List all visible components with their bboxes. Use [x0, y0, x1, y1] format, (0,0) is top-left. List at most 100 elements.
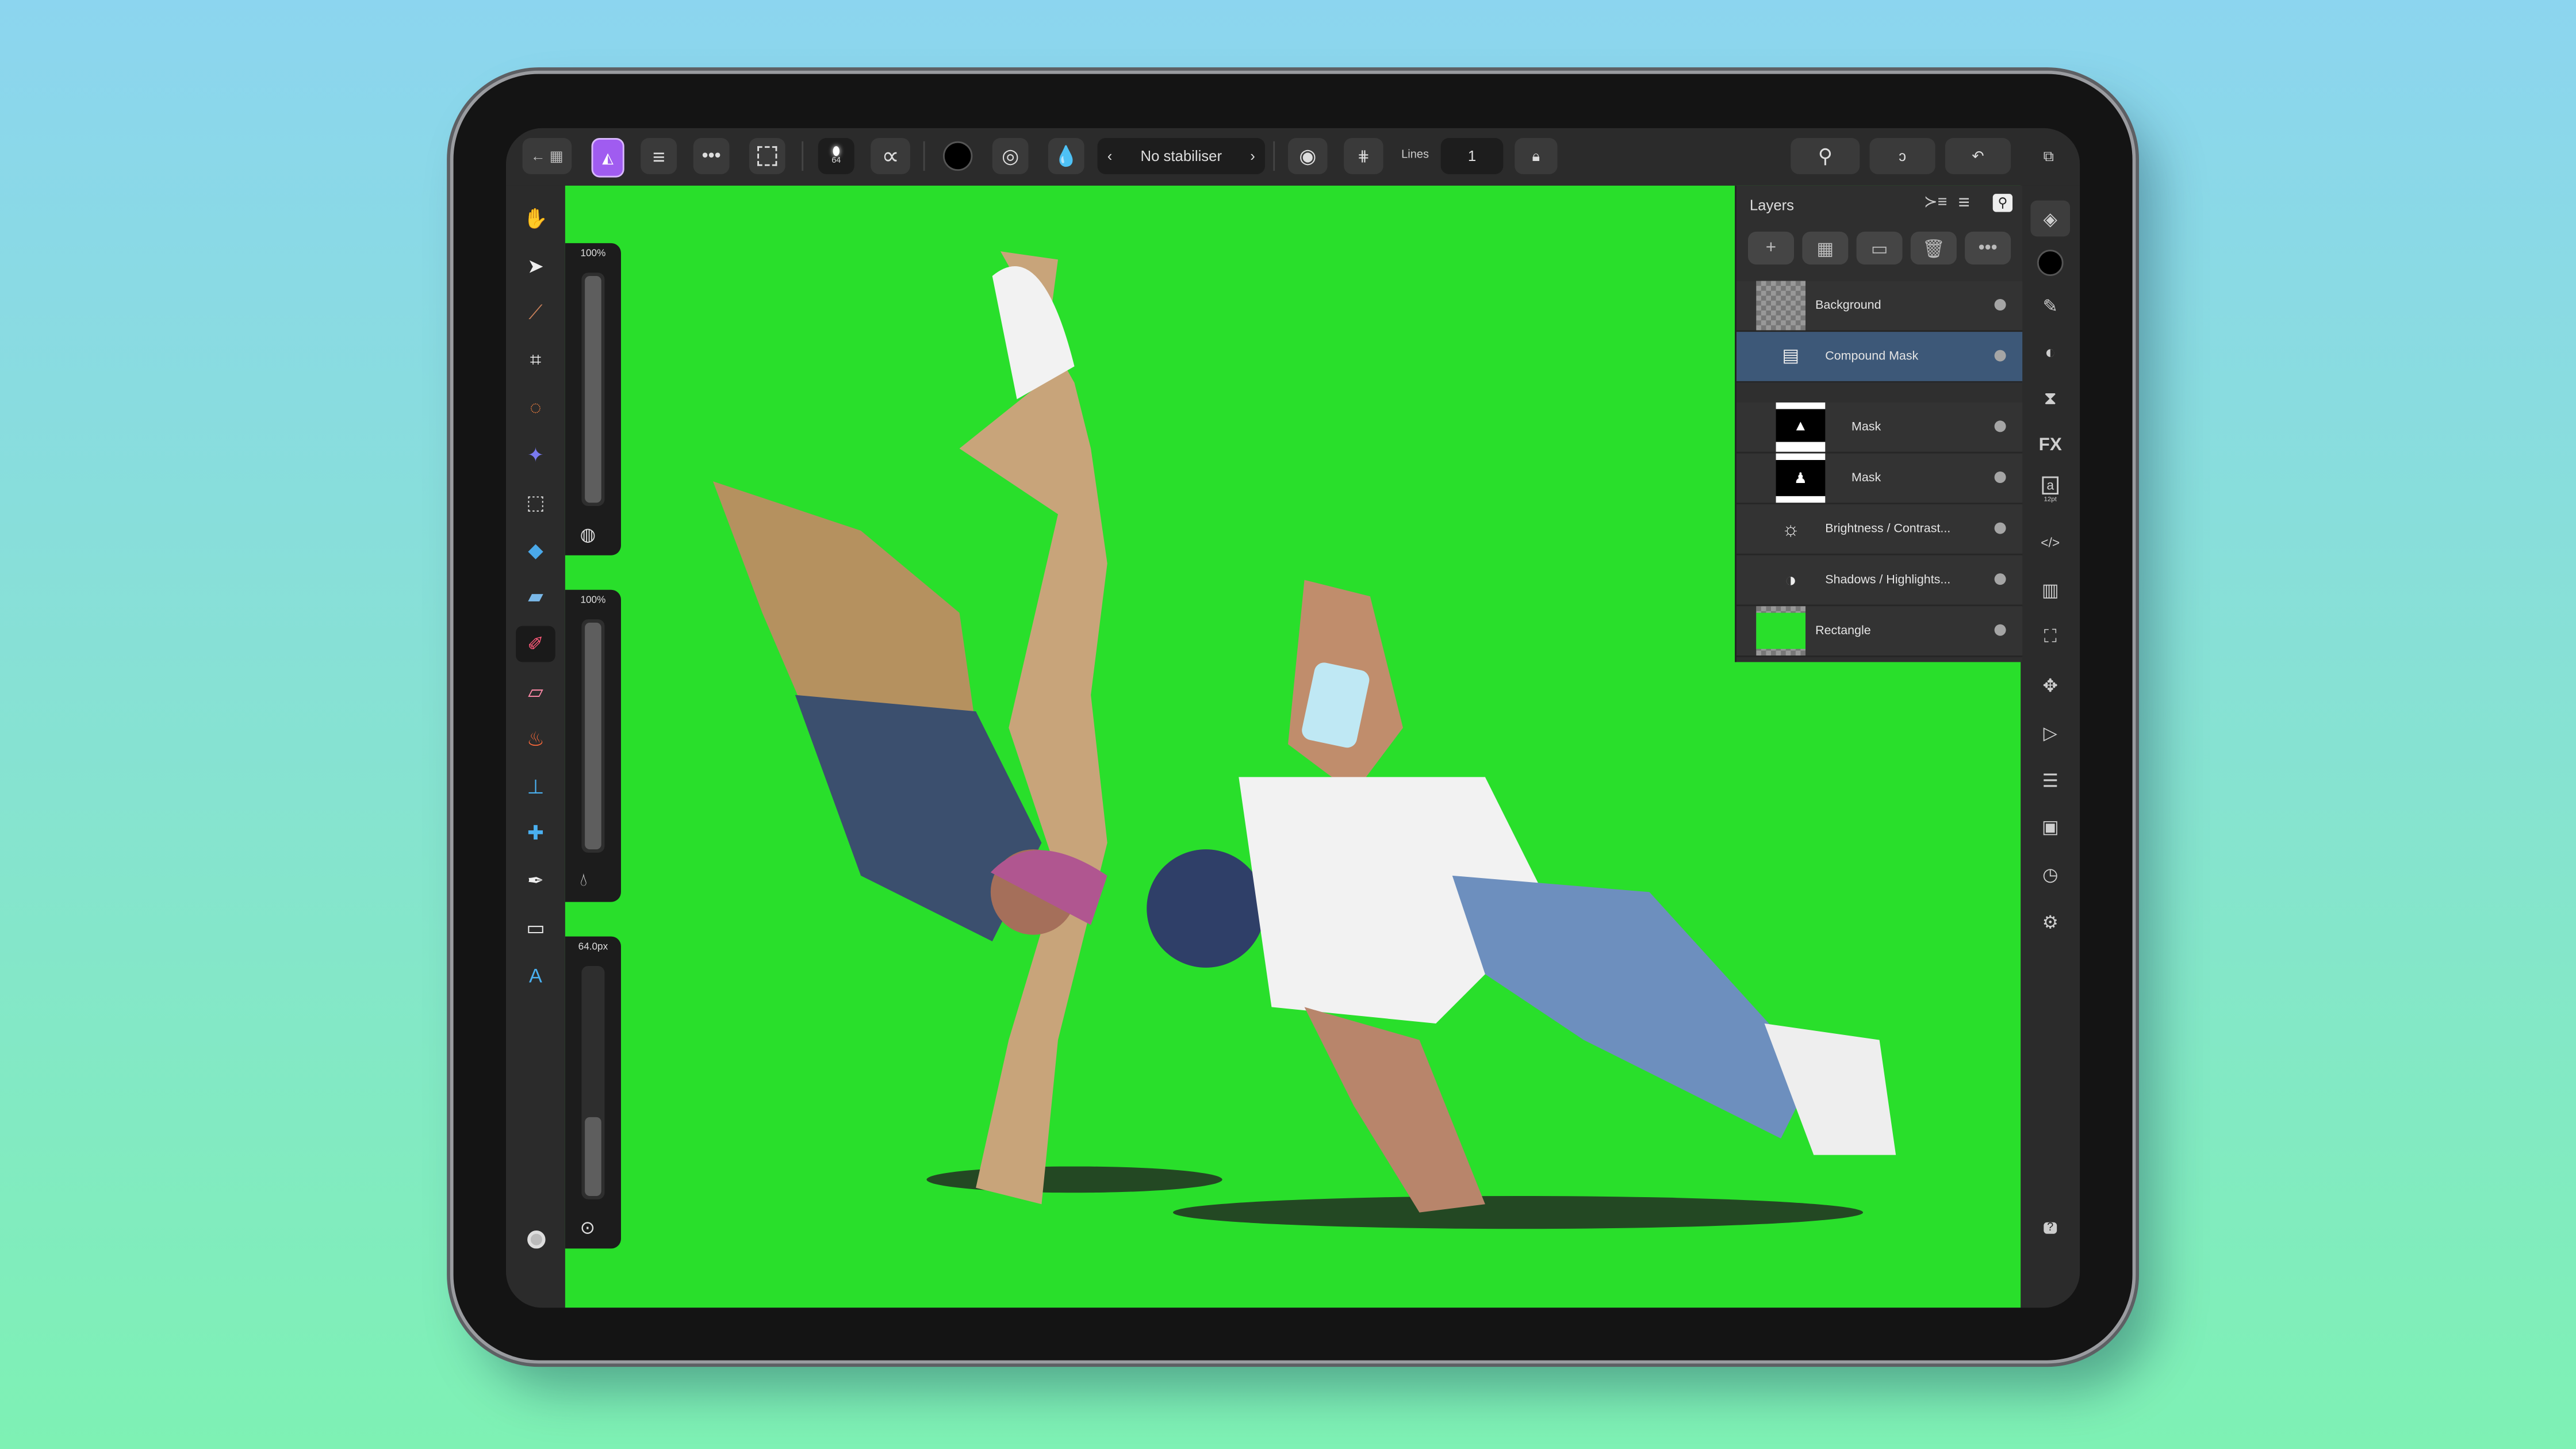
layers-studio-button[interactable]: ◈ — [2030, 200, 2070, 237]
group-layers-button[interactable]: ▭ — [1856, 231, 1903, 264]
text-icon: A — [528, 964, 542, 987]
stabiliser-prev-button[interactable]: ‹ — [1107, 148, 1113, 164]
layer-name: Mask — [1851, 419, 1881, 434]
assets-studio-button[interactable]: ▣ — [2034, 810, 2067, 843]
lines-value-field[interactable]: 1 — [1440, 138, 1504, 174]
stock-studio-button[interactable]: ☰ — [2034, 764, 2067, 797]
navigator-studio-button[interactable]: ✥ — [2034, 669, 2067, 702]
marquee-tool[interactable]: ⬚ — [516, 484, 555, 520]
adjustment-icon: ◐ — [2045, 343, 2056, 363]
layer-row[interactable]: Rectangle — [1736, 606, 2023, 657]
slider-track[interactable] — [581, 966, 605, 1199]
layer-thumbnail: ◑ — [1784, 568, 1797, 592]
layer-visibility-toggle[interactable] — [1994, 350, 2006, 362]
brush-settings-button[interactable]: ∝ — [871, 138, 910, 174]
brush-size-button[interactable]: 64 — [818, 138, 854, 174]
help-button[interactable]: ? — [2034, 1211, 2067, 1244]
erase-brush-tool[interactable]: ▱ — [516, 673, 555, 710]
time-studio-button[interactable]: ◷ — [2034, 857, 2067, 890]
macro-studio-button[interactable]: ▷ — [2034, 716, 2067, 749]
paint-brush-tool[interactable]: ✐ — [516, 626, 555, 662]
wet-edges-button[interactable]: ◎ — [992, 138, 1029, 174]
add-mask-button[interactable]: ▦ — [1802, 231, 1849, 264]
gradient-tool[interactable]: ▰ — [516, 579, 555, 615]
move-tool[interactable]: ➤ — [516, 248, 555, 284]
layer-row[interactable]: Background — [1736, 281, 2023, 332]
brush-slider-1[interactable]: 100% ◍ — [565, 243, 621, 555]
collapse-panel-button[interactable]: ≻≡ — [1924, 194, 1948, 212]
undo-button[interactable]: ↶ — [1945, 138, 2011, 174]
layer-visibility-toggle[interactable] — [1994, 471, 2006, 483]
brush-slider-3[interactable]: 64.0px ⊙ — [565, 936, 621, 1249]
settings-studio-button[interactable]: ⚙ — [2034, 905, 2067, 938]
panel-menu-button[interactable]: ≡ — [1958, 190, 1970, 213]
layer-visibility-toggle[interactable] — [1994, 522, 2006, 534]
layer-row[interactable]: ◑ Shadows / Highlights... — [1736, 555, 2023, 607]
magnifier-icon: ⚲ — [1818, 144, 1833, 168]
dodge-brush-tool[interactable]: ♨ — [516, 721, 555, 757]
full-screen-button[interactable]: ⧉ — [2034, 138, 2063, 174]
hourglass-icon: ⧗ — [2044, 388, 2057, 408]
text-a-icon: a — [2041, 476, 2059, 494]
healing-brush-tool[interactable]: ✚ — [516, 815, 555, 852]
snapping-button[interactable]: ⋕ — [1344, 138, 1383, 174]
more-layer-options-button[interactable]: ••• — [1965, 231, 2011, 264]
selection-button[interactable] — [749, 138, 785, 174]
brushes-studio-button[interactable]: ✎ — [2034, 289, 2067, 322]
marquee-icon: ⬚ — [526, 490, 545, 514]
flood-select-tool[interactable]: ✦ — [516, 437, 555, 473]
pen-tool[interactable]: ✒ — [516, 863, 555, 899]
back-to-documents-button[interactable]: ← ▦ — [522, 138, 572, 174]
history-studio-button[interactable]: ⧗ — [2034, 383, 2067, 416]
crop-tool[interactable]: ⌗ — [516, 342, 555, 378]
layer-visibility-toggle[interactable] — [1994, 299, 2006, 310]
source-studio-button[interactable]: </> — [2034, 526, 2067, 558]
layer-row[interactable]: ♟ Mask — [1736, 453, 2023, 505]
stabiliser-selector[interactable]: ‹ No stabiliser › — [1097, 138, 1265, 174]
layer-visibility-toggle[interactable] — [1994, 420, 2006, 432]
add-layer-button[interactable]: + — [1748, 231, 1794, 264]
back-grid-icon: ← ▦ — [530, 147, 564, 164]
selection-brush-tool[interactable]: ◌ — [516, 390, 555, 426]
slider-track[interactable] — [581, 619, 605, 853]
persona-button[interactable]: ◭ — [591, 138, 624, 178]
zoom-assistant-button[interactable]: ⚲ — [1791, 138, 1860, 174]
blend-mode-button[interactable]: 💧 — [1048, 138, 1084, 174]
text-studio-button[interactable]: a 12pt — [2034, 473, 2067, 506]
text-tool[interactable]: A — [516, 957, 555, 994]
lasso-button[interactable]: ↄ — [1869, 138, 1935, 174]
layer-visibility-toggle[interactable] — [1994, 624, 2006, 636]
transform-studio-button[interactable]: ⛶ — [2034, 621, 2067, 654]
layer-row[interactable]: ☼ Brightness / Contrast... — [1736, 504, 2023, 555]
color-swatch-button[interactable] — [940, 138, 976, 174]
clone-brush-tool[interactable]: ⊥ — [516, 768, 555, 804]
more-button[interactable]: ••• — [693, 138, 730, 174]
help-icon: ? — [2044, 1221, 2057, 1233]
adjustments-studio-button[interactable]: ◐ — [2034, 337, 2067, 370]
quick-menu-button[interactable] — [516, 1221, 555, 1257]
brush-slider-2[interactable]: 100% 💧︎ — [565, 589, 621, 902]
fx-studio-button[interactable]: FX — [2034, 429, 2067, 462]
layer-row[interactable]: ▤ Compound Mask — [1736, 332, 2023, 383]
menu-button[interactable]: ≡ — [641, 138, 677, 174]
opacity-icon: ◍ — [580, 526, 596, 546]
slider-track[interactable] — [581, 273, 605, 506]
lock-button[interactable]: 🔒︎ — [1515, 138, 1558, 174]
layer-name: Background — [1815, 297, 1881, 312]
delete-layer-button[interactable]: 🗑︎ — [1910, 231, 1957, 264]
list-icon: ☰ — [2042, 771, 2058, 791]
layer-visibility-toggle[interactable] — [1994, 573, 2006, 585]
view-tool[interactable]: ✋ — [516, 201, 555, 237]
color-picker-tool[interactable]: ⟋ — [516, 295, 555, 331]
flood-fill-tool[interactable]: ◆ — [516, 532, 555, 568]
slider-fill — [585, 622, 601, 850]
view-mode-button[interactable]: ◉ — [1288, 138, 1328, 174]
layer-name: Shadows / Highlights... — [1825, 572, 1951, 586]
pin-panel-button[interactable]: ⚲ — [1992, 194, 2012, 212]
color-studio-button[interactable] — [2034, 247, 2067, 279]
stabiliser-next-button[interactable]: › — [1250, 148, 1255, 164]
rectangle-tool[interactable]: ▭ — [516, 910, 555, 946]
navigator-icon: ✥ — [2042, 676, 2058, 696]
layer-row[interactable]: ▲ Mask — [1736, 402, 2023, 454]
channels-studio-button[interactable]: ▥ — [2034, 573, 2067, 606]
